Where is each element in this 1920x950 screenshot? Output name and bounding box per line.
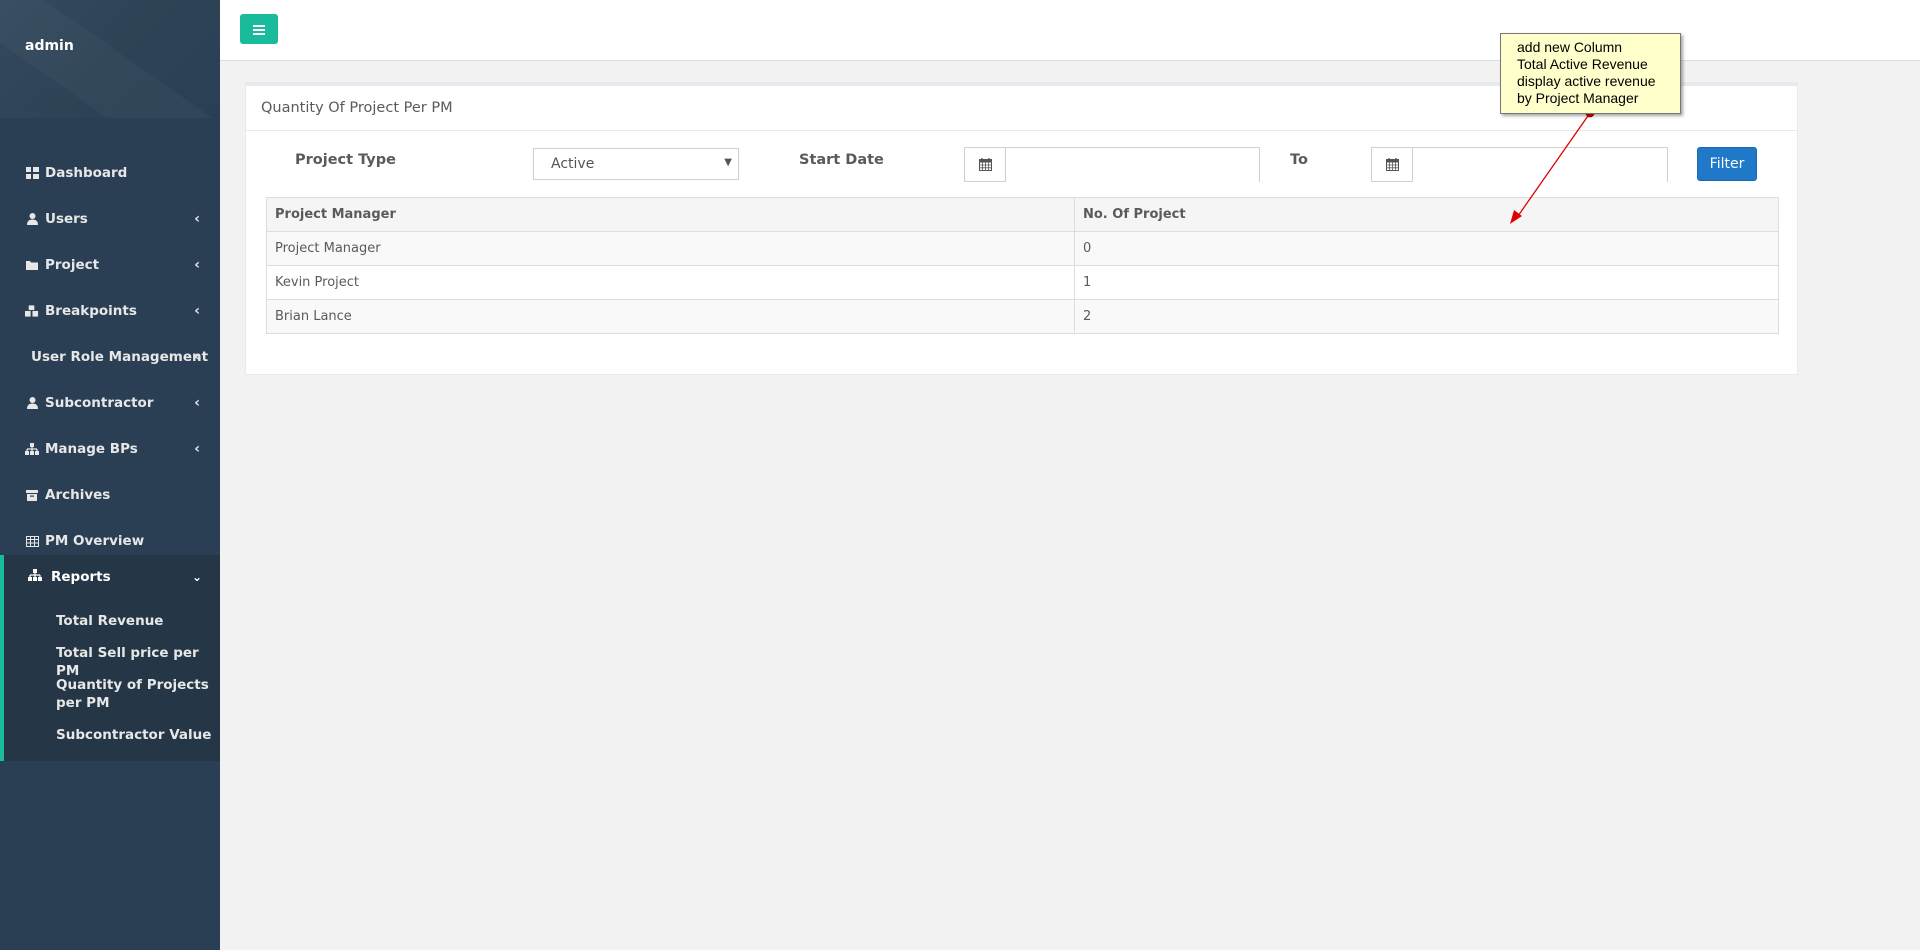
sidebar-nav: Dashboard Users ‹ Project ‹ Breakpoints … (0, 150, 220, 564)
sitemap-icon (25, 442, 39, 456)
archive-icon (25, 488, 39, 502)
submenu-subcontractor-value[interactable]: Subcontractor Value (56, 726, 216, 744)
filter-button[interactable]: Filter (1697, 147, 1757, 181)
cell-project-count: 1 (1074, 265, 1779, 300)
end-date-input[interactable] (1413, 148, 1667, 183)
annotation-line: add new Column (1517, 39, 1623, 55)
chevron-left-icon: ‹ (194, 441, 200, 457)
cell-project-count: 0 (1074, 231, 1779, 266)
hamburger-icon (253, 20, 265, 39)
chevron-left-icon: ‹ (194, 349, 200, 365)
cell-project-count: 2 (1074, 299, 1779, 334)
project-type-value: Active (551, 156, 595, 172)
table-row: Brian Lance 2 (266, 299, 1779, 334)
sidebar-item-label: Archives (45, 487, 111, 503)
submenu-quantity-of-projects-per-pm[interactable]: Quantity of Projects per PM (56, 676, 216, 712)
user-icon (25, 396, 39, 410)
sidebar-item-project[interactable]: Project ‹ (0, 242, 220, 288)
table-row: Project Manager 0 (266, 231, 1779, 266)
sidebar: admin Dashboard Users ‹ Project ‹ Breakp… (0, 0, 220, 950)
start-date-input[interactable] (1006, 148, 1259, 183)
sidebar-item-label: Reports (51, 569, 111, 585)
user-icon (25, 212, 39, 226)
sidebar-item-label: PM Overview (45, 533, 145, 549)
divider (246, 130, 1797, 131)
annotation-line: by Project Manager (1517, 90, 1639, 106)
table-icon (25, 534, 39, 548)
chevron-left-icon: ‹ (194, 303, 200, 319)
panel-title: Quantity Of Project Per PM (261, 100, 453, 116)
cell-project-manager: Brian Lance (266, 299, 1075, 334)
chevron-left-icon: ‹ (194, 395, 200, 411)
sidebar-item-subcontractor[interactable]: Subcontractor ‹ (0, 380, 220, 426)
column-header-no-of-project[interactable]: No. Of Project (1074, 197, 1779, 232)
menu-toggle-button[interactable] (240, 14, 278, 44)
chevron-left-icon: ‹ (194, 257, 200, 273)
sidebar-item-label: Project (45, 257, 100, 273)
cubes-icon (25, 304, 39, 318)
annotation-note: add new Column Total Active Revenue disp… (1500, 33, 1681, 114)
dashboard-icon (25, 166, 39, 180)
sidebar-reports-section: Reports ⌄ Total Revenue Total Sell price… (0, 555, 220, 761)
report-table: Project Manager No. Of Project Project M… (266, 197, 1779, 334)
table-row: Kevin Project 1 (266, 265, 1779, 300)
dropdown-arrow-icon: ▼ (724, 157, 732, 168)
profile-header: admin (0, 0, 220, 118)
sidebar-item-label: Breakpoints (45, 303, 137, 319)
sidebar-item-users[interactable]: Users ‹ (0, 196, 220, 242)
sidebar-item-manage-bps[interactable]: Manage BPs ‹ (0, 426, 220, 472)
sidebar-item-label: Manage BPs (45, 441, 138, 457)
sidebar-item-label: Users (45, 211, 88, 227)
start-date-field (964, 147, 1260, 183)
end-date-field (1371, 147, 1668, 183)
calendar-icon[interactable] (965, 148, 1006, 181)
folder-icon (25, 258, 39, 272)
sidebar-item-label: Dashboard (45, 165, 128, 181)
submenu-total-revenue[interactable]: Total Revenue (56, 612, 216, 630)
calendar-icon[interactable] (1372, 148, 1413, 181)
to-label: To (1290, 152, 1308, 168)
project-type-label: Project Type (295, 152, 396, 168)
sidebar-item-archives[interactable]: Archives (0, 472, 220, 518)
profile-name[interactable]: admin (25, 38, 74, 54)
sidebar-item-label: User Role Management (31, 349, 209, 365)
project-type-select[interactable]: Active ▼ (533, 148, 739, 180)
sitemap-icon (28, 569, 42, 585)
report-panel: Quantity Of Project Per PM Project Type … (245, 82, 1798, 375)
start-date-label: Start Date (799, 152, 884, 168)
chevron-down-icon: ⌄ (191, 570, 202, 584)
submenu-total-sell-price-per-pm[interactable]: Total Sell price per PM (56, 644, 216, 680)
annotation-line: display active revenue (1517, 73, 1656, 89)
sidebar-item-label: Subcontractor (45, 395, 154, 411)
sidebar-item-user-role-management[interactable]: User Role Management ‹ (0, 334, 220, 380)
table-header-row: Project Manager No. Of Project (266, 197, 1779, 232)
annotation-line: Total Active Revenue (1517, 56, 1648, 72)
chevron-left-icon: ‹ (194, 211, 200, 227)
column-header-project-manager[interactable]: Project Manager (266, 197, 1075, 232)
cell-project-manager: Project Manager (266, 231, 1075, 266)
sidebar-item-dashboard[interactable]: Dashboard (0, 150, 220, 196)
sidebar-item-breakpoints[interactable]: Breakpoints ‹ (0, 288, 220, 334)
cell-project-manager: Kevin Project (266, 265, 1075, 300)
sidebar-item-reports[interactable]: Reports ⌄ (4, 563, 220, 591)
